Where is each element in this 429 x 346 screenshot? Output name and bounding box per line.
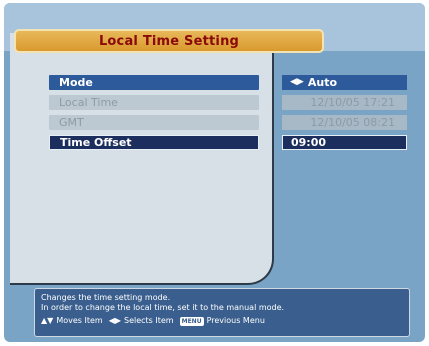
local-time-value-text: 12/10/05 17:21 xyxy=(310,96,395,109)
tv-screen: Local Time Setting Mode Local Time GMT T… xyxy=(4,3,425,342)
menu-item-time-offset[interactable]: Time Offset xyxy=(49,135,259,150)
menu-list: Mode Local Time GMT Time Offset xyxy=(49,75,259,155)
menu-item-gmt: GMT xyxy=(49,115,259,130)
menu-item-label: Mode xyxy=(59,76,93,89)
local-time-value: 12/10/05 17:21 xyxy=(282,95,407,110)
selects-item-label: Selects Item xyxy=(124,316,174,325)
help-box: Changes the time setting mode. In order … xyxy=(34,288,410,337)
mode-value-text: Auto xyxy=(307,76,338,89)
page-title: Local Time Setting xyxy=(98,34,240,49)
gmt-value-text: 12/10/05 08:21 xyxy=(310,116,395,129)
menu-key-icon: MENU xyxy=(179,316,204,326)
time-offset-value-text: 09:00 xyxy=(291,136,327,149)
help-line-2: In order to change the local time, set i… xyxy=(41,303,285,312)
time-offset-value[interactable]: 09:00 xyxy=(282,135,407,150)
menu-item-label: Time Offset xyxy=(60,136,132,149)
title-bar: Local Time Setting xyxy=(14,29,324,53)
key-legend: ▲▼ Moves Item ◀▶ Selects Item MENU Previ… xyxy=(41,316,403,326)
up-down-arrows-icon: ▲▼ xyxy=(41,316,54,325)
menu-panel xyxy=(10,33,274,285)
left-right-arrows-icon: ◀▶ xyxy=(108,316,121,325)
menu-item-local-time: Local Time xyxy=(49,95,259,110)
value-list: ◀▶ Auto 12/10/05 17:21 12/10/05 08:21 09:… xyxy=(282,75,407,155)
menu-item-label: Local Time xyxy=(59,96,118,109)
moves-item-label: Moves Item xyxy=(56,316,103,325)
previous-menu-label: Previous Menu xyxy=(206,316,265,325)
left-right-arrows-icon: ◀▶ xyxy=(290,77,304,87)
gmt-value: 12/10/05 08:21 xyxy=(282,115,407,130)
mode-value[interactable]: ◀▶ Auto xyxy=(282,75,407,90)
help-line-1: Changes the time setting mode. xyxy=(41,293,171,302)
menu-item-mode[interactable]: Mode xyxy=(49,75,259,90)
menu-item-label: GMT xyxy=(59,116,84,129)
